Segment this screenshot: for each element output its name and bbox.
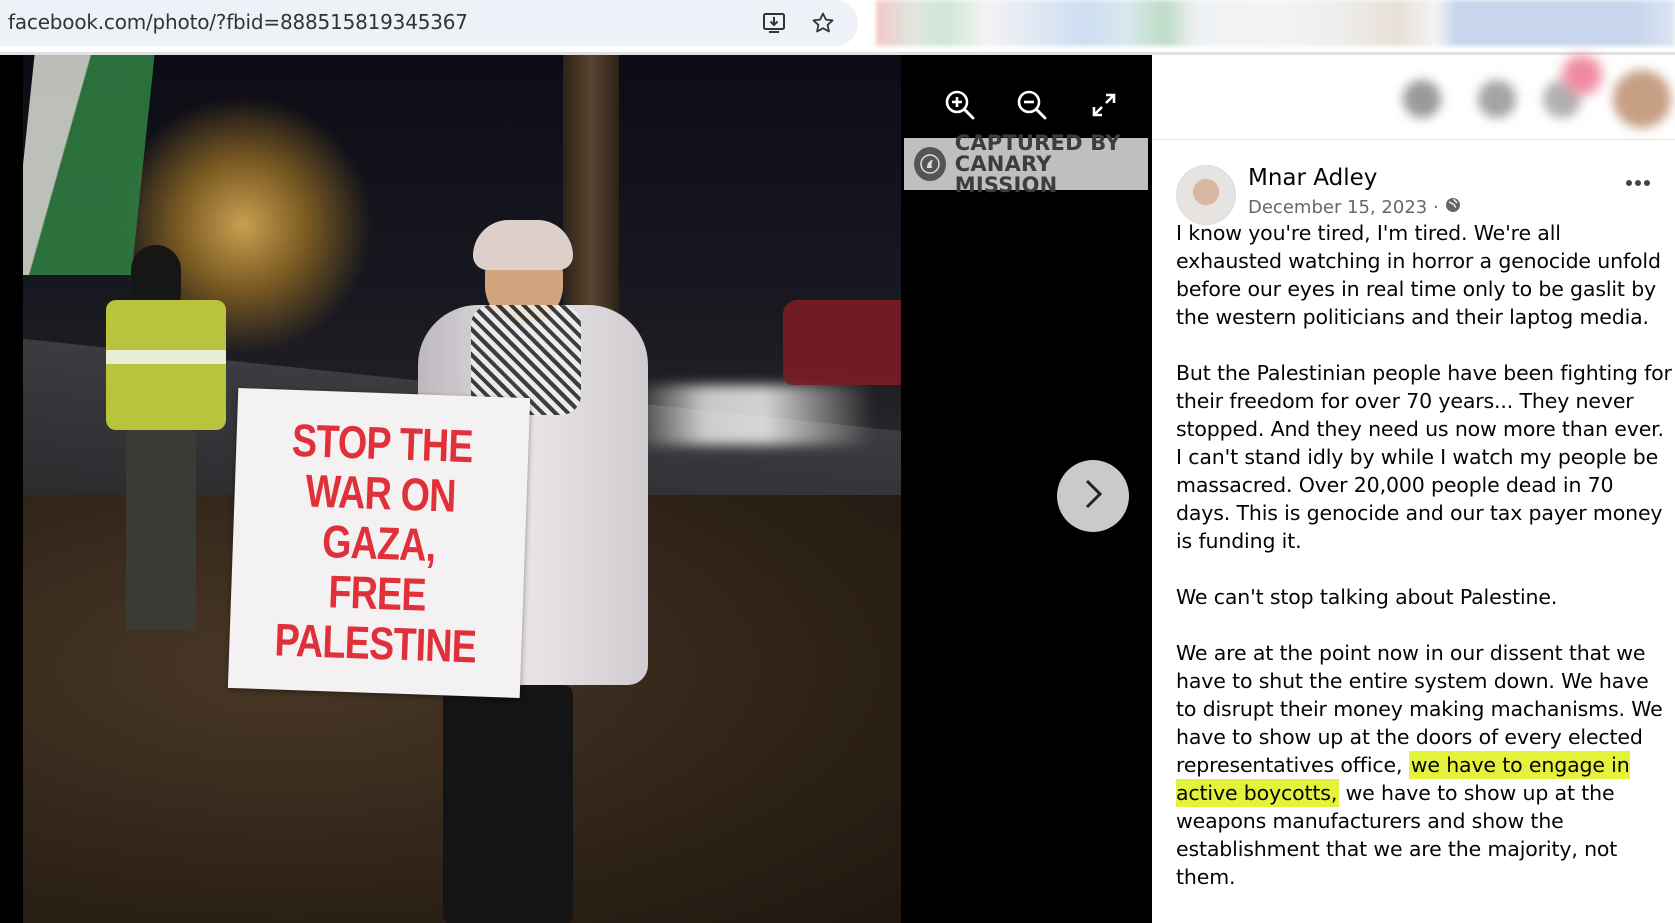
canary-bird-icon: [914, 147, 946, 181]
beret: [473, 220, 573, 270]
ellipsis-icon: [1625, 174, 1651, 192]
flag: [23, 55, 155, 275]
post-date-text[interactable]: December 15, 2023 ·: [1248, 197, 1439, 218]
browser-toolbar: facebook.com/photo/?fbid=888515819345367: [0, 0, 1675, 54]
post-paragraph: We are at the point now in our dissent t…: [1176, 639, 1672, 891]
post-date[interactable]: December 15, 2023 ·: [1248, 197, 1461, 218]
zoom-in-icon[interactable]: [938, 83, 982, 127]
vest-stripe: [106, 350, 226, 364]
post-paragraph: We can't stop talking about Palestine.: [1176, 585, 1558, 609]
chevron-right-icon: [1082, 477, 1104, 516]
fullscreen-icon[interactable]: [1082, 83, 1126, 127]
post-paragraph: I know you're tired, I'm tired. We're al…: [1176, 221, 1661, 329]
safety-vest: [106, 300, 226, 430]
post-paragraph: But the Palestinian people have been fig…: [1176, 361, 1672, 553]
panel-header: [1152, 55, 1675, 140]
post-photo[interactable]: STOP THE WAR ON GAZA, FREE PALESTINE: [23, 55, 901, 923]
canary-mission-watermark: CAPTURED BY CANARY MISSION: [904, 132, 1148, 195]
legs: [126, 430, 196, 630]
person-in-vest: [91, 245, 226, 645]
blurred-notification-dot: [1562, 55, 1602, 95]
post-panel: Mnar Adley December 15, 2023 · I know yo…: [1152, 55, 1675, 923]
car-lights: [633, 385, 873, 445]
red-car: [783, 300, 901, 385]
install-app-icon[interactable]: [760, 8, 790, 38]
zoom-out-icon[interactable]: [1010, 83, 1054, 127]
blurred-extensions-area: [876, 0, 1675, 46]
address-bar[interactable]: facebook.com/photo/?fbid=888515819345367: [0, 0, 858, 46]
globe-icon: [1445, 197, 1461, 218]
hood: [131, 245, 181, 305]
next-photo-button[interactable]: [1057, 460, 1129, 532]
bookmark-star-icon[interactable]: [808, 8, 838, 38]
blurred-header-icons: [1392, 63, 1675, 135]
url-text[interactable]: facebook.com/photo/?fbid=888515819345367: [8, 10, 468, 34]
boots: [443, 685, 573, 923]
more-options-button[interactable]: [1620, 169, 1656, 197]
protest-sign-text: STOP THE WAR ON GAZA, FREE PALESTINE: [273, 413, 478, 673]
watermark-text: CAPTURED BY CANARY MISSION: [954, 130, 1121, 197]
post-text: I know you're tired, I'm tired. We're al…: [1176, 219, 1672, 919]
protest-sign: STOP THE WAR ON GAZA, FREE PALESTINE: [227, 387, 531, 699]
photo-viewer: STOP THE WAR ON GAZA, FREE PALESTINE CAP…: [0, 55, 1152, 923]
author-avatar[interactable]: [1176, 165, 1236, 225]
author-name[interactable]: Mnar Adley: [1248, 165, 1377, 191]
